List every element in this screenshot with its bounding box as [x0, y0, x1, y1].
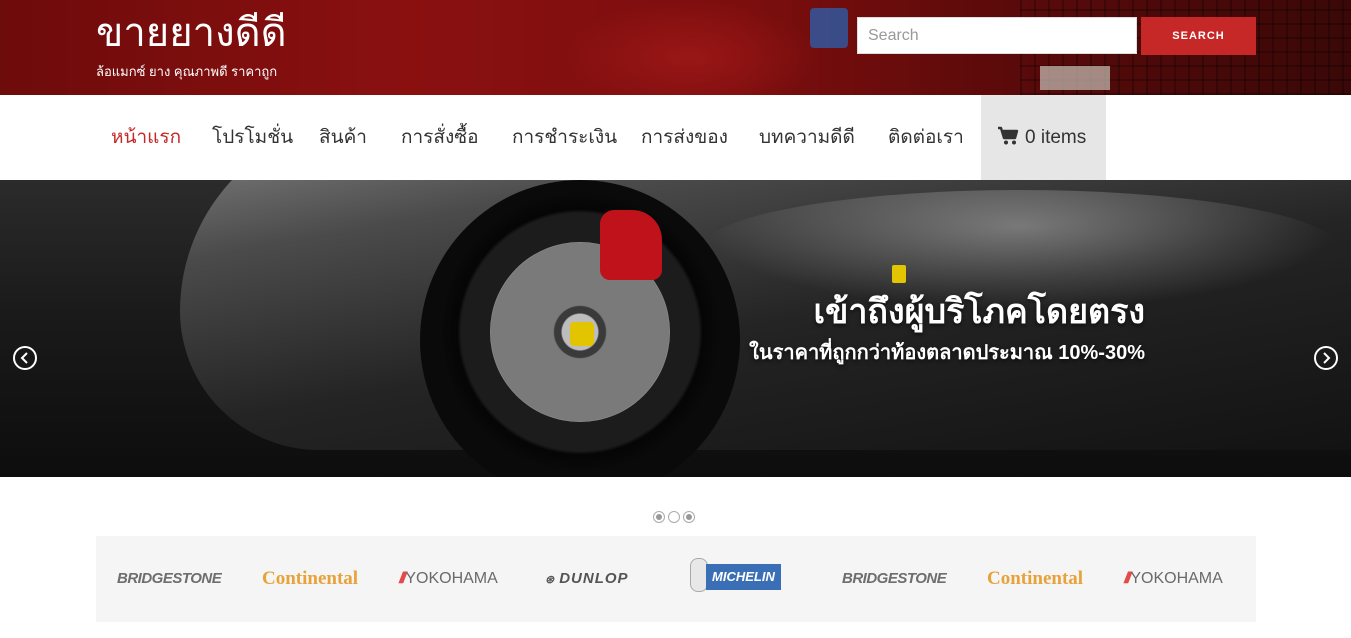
slider-next-button[interactable]	[1314, 346, 1338, 370]
site-tagline: ล้อแมกซ์ ยาง คุณภาพดี ราคาถูก	[96, 64, 278, 79]
chevron-right-icon	[1321, 349, 1331, 368]
slider-prev-button[interactable]	[13, 346, 37, 370]
brand-logo-yokohama-text: YOKOHAMA	[1130, 570, 1223, 587]
nav-item-contact[interactable]: ติดต่อเรา	[888, 95, 964, 180]
search-input[interactable]	[857, 17, 1137, 54]
site-title[interactable]: ขายยางดีดี	[96, 8, 287, 58]
nav-item-promotion[interactable]: โปรโมชั่น	[212, 95, 293, 180]
brand-logo-yokohama-text: YOKOHAMA	[405, 570, 498, 587]
wheel-hub-badge	[570, 322, 594, 346]
slider-dot-2[interactable]	[668, 511, 680, 523]
brand-logo-dunlop[interactable]: ⊛ DUNLOP	[545, 536, 629, 622]
hero-slider: เข้าถึงผู้บริโภคโดยตรง ในราคาที่ถูกกว่าท…	[0, 180, 1351, 477]
nav-cart[interactable]: 0 items	[981, 95, 1106, 180]
brand-logo-yokohama-2[interactable]: ///YOKOHAMA	[1124, 536, 1223, 622]
brand-logo-strip: BRIDGESTONE Continental ///YOKOHAMA ⊛ DUN…	[96, 536, 1256, 622]
cart-count-label: 0 items	[1025, 127, 1087, 148]
search-button[interactable]: SEARCH	[1141, 17, 1256, 55]
header-background-box	[1040, 66, 1110, 90]
header-background-shirt	[810, 8, 848, 48]
brake-caliper	[600, 210, 662, 280]
slider-dot-3[interactable]	[683, 511, 695, 523]
brand-logo-bridgestone[interactable]: BRIDGESTONE	[117, 536, 222, 622]
cart-icon	[997, 126, 1025, 148]
nav-item-payment[interactable]: การชำระเงิน	[512, 95, 617, 180]
main-nav: หน้าแรก โปรโมชั่น สินค้า การสั่งซื้อ การ…	[0, 95, 1351, 180]
slider-dot-1[interactable]	[653, 511, 665, 523]
yokohama-mark-icon: ///	[1124, 570, 1132, 587]
nav-item-shipping[interactable]: การส่งของ	[641, 95, 728, 180]
hero-subtitle: ในราคาที่ถูกกว่าท้องตลาดประมาณ 10%-30%	[749, 342, 1145, 364]
brand-logo-dunlop-text: DUNLOP	[559, 570, 629, 587]
brand-logo-yokohama[interactable]: ///YOKOHAMA	[399, 536, 498, 622]
brand-logo-michelin-text: MICHELIN	[706, 564, 781, 590]
nav-item-articles[interactable]: บทความดีดี	[759, 95, 855, 180]
nav-item-home[interactable]: หน้าแรก	[111, 95, 181, 180]
chevron-left-icon	[20, 349, 30, 368]
nav-item-products[interactable]: สินค้า	[319, 95, 367, 180]
brand-logo-continental[interactable]: Continental	[262, 536, 358, 622]
header-background-glow	[560, 0, 820, 95]
slider-dots	[653, 511, 695, 525]
yokohama-mark-icon: ///	[399, 570, 407, 587]
brand-logo-continental-2[interactable]: Continental	[987, 536, 1083, 622]
nav-item-ordering[interactable]: การสั่งซื้อ	[401, 95, 479, 180]
hero-title: เข้าถึงผู้บริโภคโดยตรง	[813, 293, 1145, 331]
brand-logo-bridgestone-2[interactable]: BRIDGESTONE	[842, 536, 947, 622]
car-side-badge	[892, 265, 906, 283]
dunlop-mark-icon: ⊛	[545, 574, 556, 586]
site-header: ขายยางดีดี ล้อแมกซ์ ยาง คุณภาพดี ราคาถูก…	[0, 0, 1351, 95]
